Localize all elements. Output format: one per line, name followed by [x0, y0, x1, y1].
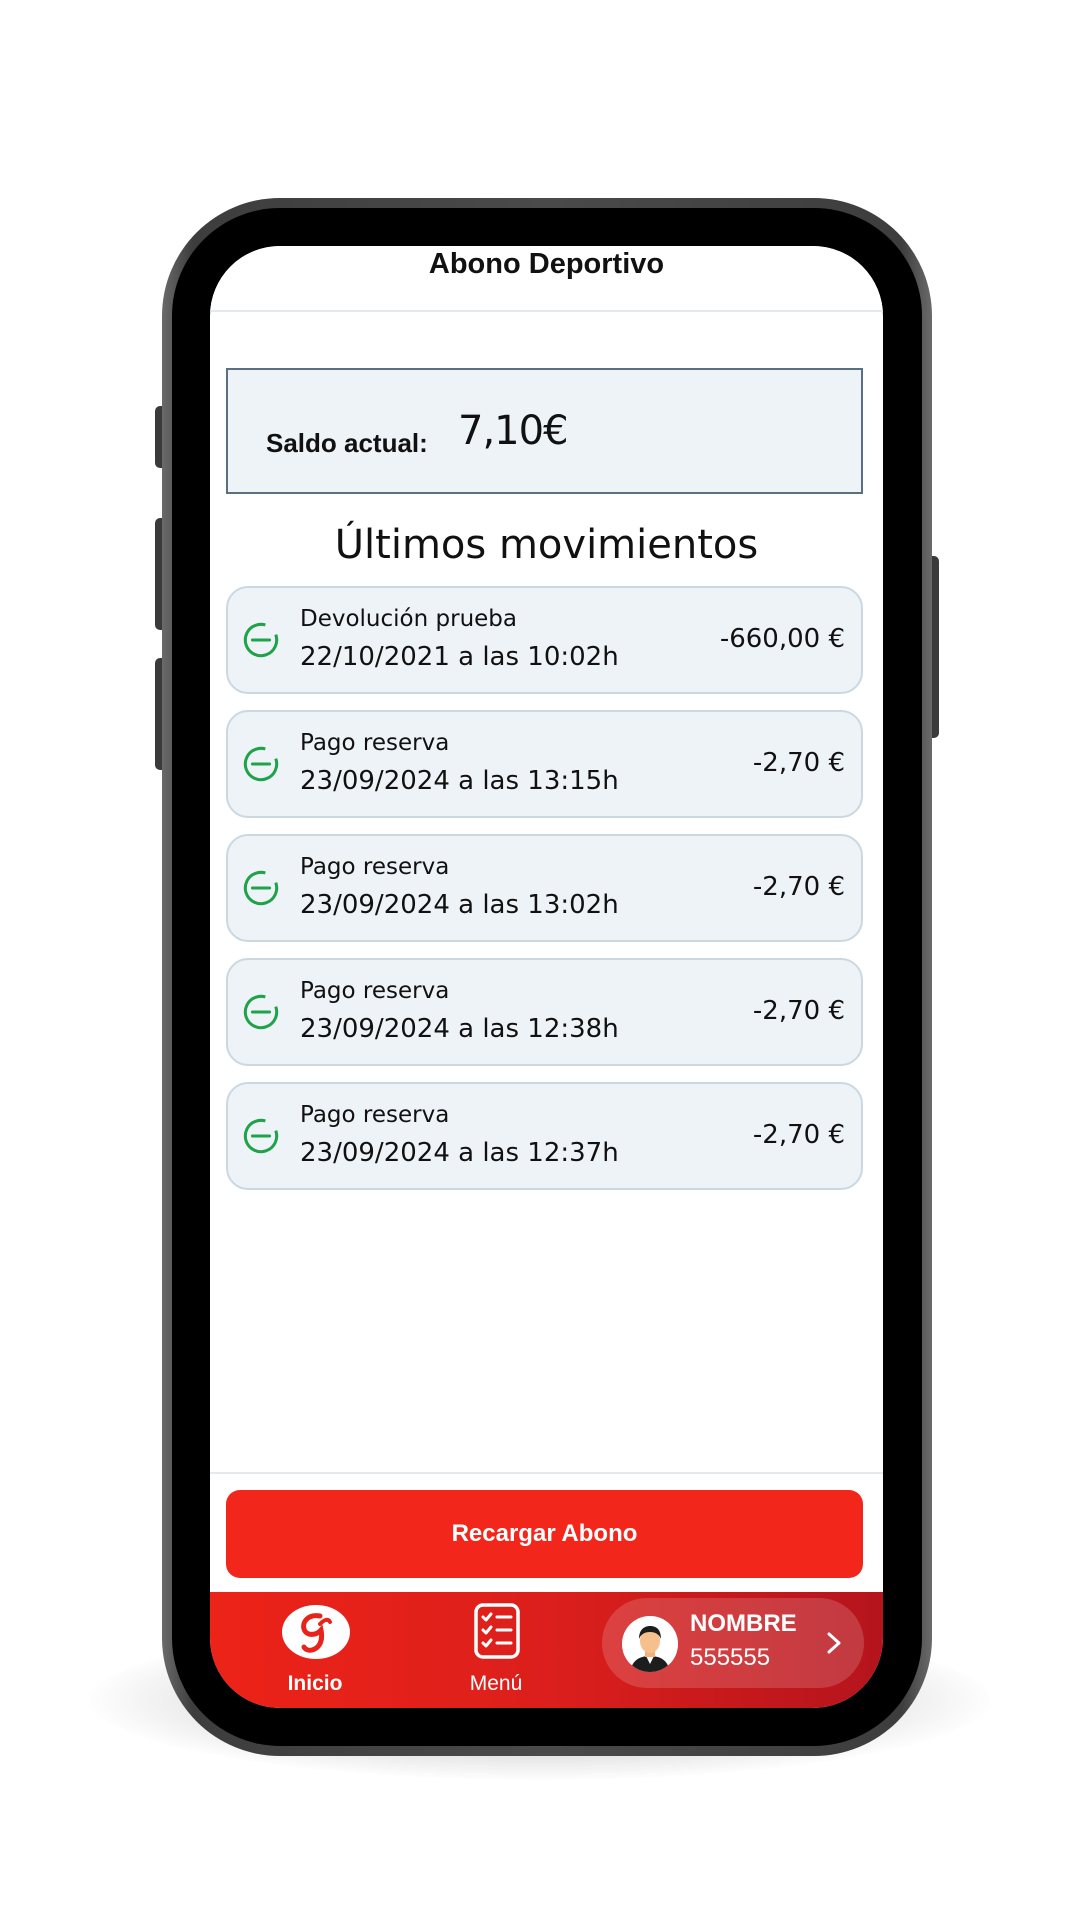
movement-amount: -660,00 €: [719, 624, 845, 654]
minus-circle-icon: [243, 870, 279, 906]
app-logo-icon: [282, 1605, 350, 1659]
recharge-button[interactable]: Recargar Abono: [226, 1490, 863, 1578]
movement-amount: -2,70 €: [752, 996, 845, 1026]
balance-card: Saldo actual: 7,10€: [226, 368, 863, 494]
movements-title: Últimos movimientos: [334, 522, 759, 568]
movement-description: Pago reserva: [300, 1102, 450, 1128]
balance-label: Saldo actual:: [266, 428, 428, 458]
nav-home[interactable]: Inicio: [270, 1592, 360, 1708]
movement-item[interactable]: Devolución prueba 22/10/2021 a las 10:02…: [226, 586, 863, 694]
minus-circle-icon: [243, 994, 279, 1030]
device-mockup: Abono Deportivo Saldo actual: 7,10€ Últi…: [0, 0, 1080, 1920]
nav-menu-label: Menú: [469, 1672, 523, 1695]
profile-name: NOMBRE: [690, 1610, 797, 1637]
page-title: Abono Deportivo: [428, 248, 665, 280]
movement-date: 23/09/2024 a las 12:37h: [300, 1138, 619, 1168]
movement-amount: -2,70 €: [752, 872, 845, 902]
movement-item[interactable]: Pago reserva 23/09/2024 a las 12:37h -2,…: [226, 1082, 863, 1190]
balance-value: 7,10€: [458, 408, 569, 454]
minus-circle-icon: [243, 622, 279, 658]
minus-circle-icon: [243, 1118, 279, 1154]
nav-home-label: Inicio: [287, 1672, 343, 1695]
checklist-icon: [474, 1603, 520, 1659]
movement-item[interactable]: Pago reserva 23/09/2024 a las 12:38h -2,…: [226, 958, 863, 1066]
chevron-right-icon: [827, 1632, 841, 1654]
movement-item[interactable]: Pago reserva 23/09/2024 a las 13:02h -2,…: [226, 834, 863, 942]
bottom-navigation: Inicio Menú NOMBRE 555555: [210, 1592, 883, 1708]
movement-date: 23/09/2024 a las 12:38h: [300, 1014, 619, 1044]
minus-circle-icon: [243, 746, 279, 782]
movement-date: 23/09/2024 a las 13:15h: [300, 766, 619, 796]
profile-button[interactable]: NOMBRE 555555: [602, 1598, 864, 1688]
nav-menu[interactable]: Menú: [446, 1592, 546, 1708]
app-header: Abono Deportivo: [210, 246, 883, 312]
movement-date: 22/10/2021 a las 10:02h: [300, 642, 619, 672]
app-screen: Abono Deportivo Saldo actual: 7,10€ Últi…: [210, 246, 883, 1708]
movement-amount: -2,70 €: [752, 1120, 845, 1150]
movement-description: Pago reserva: [300, 730, 450, 756]
movement-amount: -2,70 €: [752, 748, 845, 778]
movements-list: Devolución prueba 22/10/2021 a las 10:02…: [226, 586, 863, 1206]
movement-description: Pago reserva: [300, 854, 450, 880]
movement-date: 23/09/2024 a las 13:02h: [300, 890, 619, 920]
avatar: [622, 1616, 678, 1672]
divider: [210, 1472, 883, 1474]
profile-id: 555555: [690, 1644, 771, 1671]
movement-description: Devolución prueba: [300, 606, 517, 632]
movement-description: Pago reserva: [300, 978, 450, 1004]
movement-item[interactable]: Pago reserva 23/09/2024 a las 13:15h -2,…: [226, 710, 863, 818]
user-avatar-icon: [622, 1616, 678, 1672]
